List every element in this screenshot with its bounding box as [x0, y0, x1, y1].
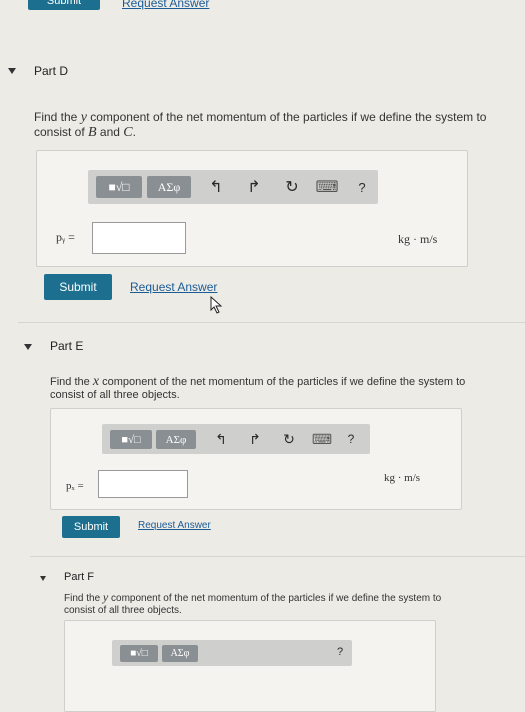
part-d-title[interactable]: Part D: [34, 64, 68, 78]
part-e-variable-label: pₓ =: [66, 480, 84, 492]
part-d-submit-button[interactable]: Submit: [44, 274, 112, 300]
part-e-collapse-icon[interactable]: [24, 344, 32, 350]
reset-icon[interactable]: ↻: [282, 176, 302, 198]
part-f-question: Find the y component of the net momentum…: [64, 590, 442, 616]
help-icon[interactable]: ?: [354, 176, 370, 198]
part-d-question: Find the y component of the net momentum…: [34, 110, 487, 140]
part-d-answer-input[interactable]: [92, 222, 186, 254]
divider: [30, 556, 525, 557]
part-e-templates-button[interactable]: ■√□: [110, 430, 152, 449]
part-f-collapse-icon[interactable]: [40, 576, 46, 581]
part-e-submit-button[interactable]: Submit: [62, 516, 120, 538]
redo-icon[interactable]: ↱: [244, 176, 264, 198]
help-icon[interactable]: ?: [334, 642, 346, 662]
mouse-cursor-icon: [210, 295, 224, 314]
divider: [18, 322, 525, 323]
part-e-unit-label: kg · m/s: [384, 472, 421, 484]
part-f-title[interactable]: Part F: [64, 571, 94, 583]
part-e-greek-button[interactable]: ΑΣφ: [156, 430, 196, 449]
top-submit-button[interactable]: Submit: [28, 0, 100, 10]
help-icon[interactable]: ?: [344, 428, 358, 450]
part-d-collapse-icon[interactable]: [8, 68, 16, 74]
part-d-templates-button[interactable]: ■√□: [96, 176, 142, 198]
keyboard-icon[interactable]: ⌨: [315, 176, 338, 198]
part-f-greek-button[interactable]: ΑΣφ: [162, 645, 198, 662]
part-d-request-answer-link[interactable]: Request Answer: [130, 280, 217, 294]
reset-icon[interactable]: ↻: [280, 428, 298, 450]
undo-icon[interactable]: ↰: [212, 428, 230, 450]
part-e-answer-input[interactable]: [98, 470, 188, 498]
part-e-title[interactable]: Part E: [50, 339, 83, 353]
part-e-question: Find the x component of the net momentum…: [50, 374, 466, 402]
top-request-answer-link[interactable]: Request Answer: [122, 0, 209, 10]
part-e-request-answer-link[interactable]: Request Answer: [138, 520, 211, 531]
part-d-variable-label: pᵧ =: [56, 230, 75, 244]
part-d-unit-label: kg · m/s: [398, 232, 438, 246]
part-f-templates-button[interactable]: ■√□: [120, 645, 158, 662]
keyboard-icon[interactable]: ⌨: [312, 428, 332, 450]
part-d-greek-button[interactable]: ΑΣφ: [147, 176, 191, 198]
redo-icon[interactable]: ↱: [246, 428, 264, 450]
undo-icon[interactable]: ↰: [206, 176, 226, 198]
part-f-answer-box: [64, 620, 436, 712]
